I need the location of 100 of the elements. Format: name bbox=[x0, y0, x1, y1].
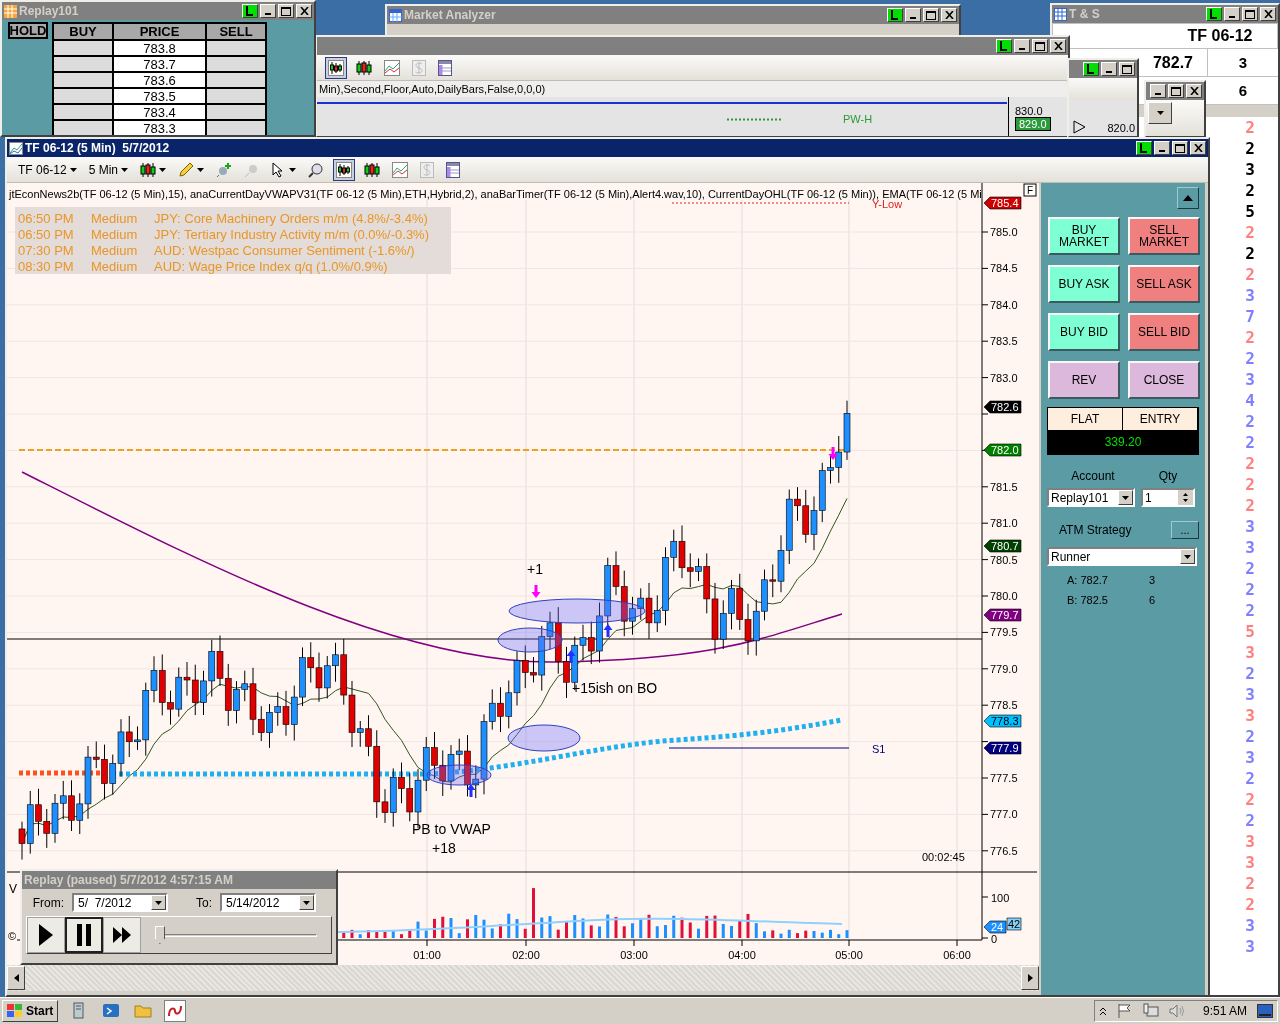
news-time: 07:30 PM bbox=[18, 243, 74, 258]
quote-size: 3 bbox=[1237, 53, 1249, 73]
trade-size: 5 bbox=[1244, 201, 1256, 222]
trade-size: 3 bbox=[1244, 684, 1256, 705]
trade-size: 2 bbox=[1244, 180, 1256, 201]
axis-tick-label: 776.5 bbox=[990, 844, 1018, 857]
price-cell: 783.3 bbox=[113, 120, 206, 135]
window-title: Replay101 bbox=[19, 4, 79, 18]
date-picker[interactable]: 5/ 7/2012 bbox=[72, 893, 168, 912]
start-button[interactable]: Start bbox=[2, 1000, 59, 1022]
position-status: FLAT bbox=[1048, 408, 1123, 430]
axis-tick-label: 779.5 bbox=[990, 626, 1018, 639]
instrument-title: TF 06-12 bbox=[1052, 23, 1278, 49]
axis-tick-label: 785.0 bbox=[990, 226, 1018, 238]
axis-tick-label: 05:00 bbox=[835, 939, 863, 961]
trade-size: 2 bbox=[1244, 726, 1256, 747]
axis-tick-label: 780.5 bbox=[990, 553, 1018, 566]
price-cell: 783.8 bbox=[113, 40, 206, 56]
price-marker: 778.3 bbox=[983, 714, 1022, 728]
order-button[interactable]: SELL ASK bbox=[1128, 265, 1200, 303]
axis-label: 820.0 bbox=[1107, 122, 1135, 134]
chart-annotation: +1 bbox=[527, 561, 543, 577]
price-marker: 782.6 bbox=[983, 400, 1022, 414]
instrument-selector[interactable]: TF 06-12 bbox=[15, 158, 80, 181]
strategy-select[interactable]: Runner bbox=[1047, 547, 1197, 566]
news-time: 06:50 PM bbox=[18, 227, 74, 242]
order-button[interactable]: SELL MARKET bbox=[1128, 217, 1200, 255]
trade-size: 3 bbox=[1244, 747, 1256, 768]
account-select[interactable]: Replay101 bbox=[1047, 488, 1135, 507]
indicator-text: Min),Second,Floor,Auto,DailyBars,False,0,0,0) bbox=[317, 81, 1068, 97]
order-button[interactable]: BUY MARKET bbox=[1048, 217, 1120, 255]
trade-size: 2 bbox=[1244, 138, 1256, 159]
trade-size: 2 bbox=[1244, 411, 1256, 432]
field-label: Account bbox=[1070, 469, 1116, 483]
price-marker: 782.0 bbox=[983, 443, 1022, 457]
volume-label: V bbox=[9, 882, 17, 896]
news-impact: Medium bbox=[91, 259, 138, 274]
price-cell: 783.7 bbox=[113, 56, 206, 72]
trade-size: 2 bbox=[1244, 222, 1256, 243]
trade-size: 2 bbox=[1244, 579, 1256, 600]
window-title: T & S bbox=[1069, 7, 1100, 21]
trade-size: 2 bbox=[1244, 873, 1256, 894]
axis-tick-label: 01:00 bbox=[413, 939, 441, 961]
trade-size: 3 bbox=[1244, 516, 1256, 537]
select-value: Replay101 bbox=[1051, 490, 1109, 505]
axis-tick-label: 04:00 bbox=[728, 939, 756, 961]
order-button[interactable]: SELL BID bbox=[1128, 313, 1200, 351]
axis-tick-label: 06:00 bbox=[943, 939, 971, 961]
chart-annotation: +18 bbox=[432, 840, 456, 856]
axis-tick-label: 783.0 bbox=[990, 371, 1018, 384]
order-button[interactable]: BUY ASK bbox=[1048, 265, 1120, 303]
ask-size: 3 bbox=[1149, 574, 1157, 586]
field-value: 5/14/2012 bbox=[226, 895, 280, 910]
select-value: Runner bbox=[1051, 549, 1091, 564]
axis-tick-label: 777.5 bbox=[990, 772, 1018, 784]
axis-tick-label: 781.0 bbox=[990, 517, 1018, 530]
volume-marker: 42 bbox=[1006, 917, 1022, 931]
bid-price: B: 782.5 bbox=[1067, 594, 1109, 606]
column-header: HOLD bbox=[8, 22, 48, 39]
axis-tick-label: 0 bbox=[981, 933, 998, 945]
order-button[interactable]: REV bbox=[1048, 361, 1120, 399]
trade-size: 2 bbox=[1244, 558, 1256, 579]
level-label: PW-H bbox=[843, 113, 873, 125]
axis-tick-label: 777.0 bbox=[990, 808, 1018, 821]
trade-size: 2 bbox=[1244, 789, 1256, 810]
date-picker[interactable]: 5/14/2012 bbox=[220, 893, 316, 912]
field-label: To: bbox=[195, 895, 212, 910]
trade-size: 2 bbox=[1244, 432, 1256, 453]
trade-size: 2 bbox=[1244, 243, 1256, 264]
quote-size: 6 bbox=[1237, 81, 1249, 101]
order-button[interactable]: BUY BID bbox=[1048, 313, 1120, 351]
price-marker: 777.9 bbox=[983, 741, 1022, 755]
news-event: AUD: Westpac Consumer Sentiment (-1.6%/) bbox=[154, 243, 415, 258]
trade-size: 2 bbox=[1244, 495, 1256, 516]
trade-size: 3 bbox=[1244, 705, 1256, 726]
interval-selector[interactable]: 5 Min bbox=[85, 158, 132, 181]
window-title: Market Analyzer bbox=[404, 8, 496, 22]
trade-size: 3 bbox=[1244, 936, 1256, 957]
window-title: TF 06-12 (5 Min) 5/7/2012 bbox=[25, 141, 170, 155]
trade-size: 2 bbox=[1244, 810, 1256, 831]
news-time: 08:30 PM bbox=[18, 259, 74, 274]
panel-toggle-button[interactable]: F bbox=[1023, 183, 1037, 197]
chart-annotation: +15ish on BO bbox=[572, 680, 658, 696]
axis-tick-label: 781.5 bbox=[990, 480, 1018, 493]
trade-size: 2 bbox=[1244, 348, 1256, 369]
trade-size: 2 bbox=[1244, 264, 1256, 285]
order-button[interactable]: CLOSE bbox=[1128, 361, 1200, 399]
price-cell: 783.5 bbox=[113, 88, 206, 104]
trade-size: 2 bbox=[1244, 600, 1256, 621]
trade-size: 4 bbox=[1244, 390, 1256, 411]
trade-size: 2 bbox=[1244, 894, 1256, 915]
trade-size: 3 bbox=[1244, 915, 1256, 936]
quantity-field[interactable]: 1 bbox=[1141, 488, 1195, 507]
axis-tick-label: 03:00 bbox=[620, 939, 648, 961]
indicator-text: jtEconNews2b(TF 06-12 (5 Min),15), anaCurrentDayVWAPV31(TF 06-12 (5 Min),ETH,Hybrid,2), anaBarTimer(TF 06-12 (5 Min),Alert4.wav,10), CurrentDayOHL(TF 06-12 (5 Min)), EMA(TF 06-12 (5 Mi bbox=[9, 188, 982, 200]
bid-size: 6 bbox=[1149, 594, 1157, 606]
trade-size: 2 bbox=[1244, 768, 1256, 789]
trade-size: 5 bbox=[1244, 621, 1256, 642]
atm-settings-button[interactable]: ... bbox=[1171, 521, 1199, 539]
column-header: SELL bbox=[206, 23, 266, 40]
